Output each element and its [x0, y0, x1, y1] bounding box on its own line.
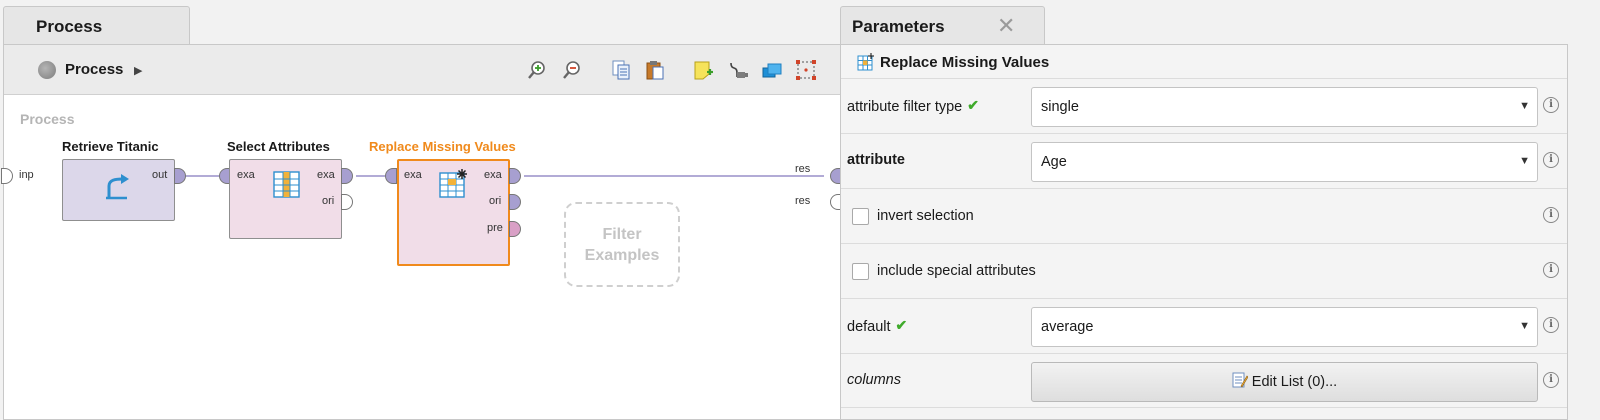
param-label: include special attributes: [877, 263, 1036, 279]
output-port-out[interactable]: [174, 168, 186, 184]
breadcrumb[interactable]: Process: [65, 61, 123, 78]
expert-chevron-icon[interactable]: ✔: [896, 317, 908, 334]
breadcrumb-arrow-icon[interactable]: ▶: [134, 64, 142, 77]
paste-icon[interactable]: [644, 59, 666, 81]
param-row-default: default ✔ average ▼ i: [841, 298, 1567, 353]
port-label-ori: ori: [322, 195, 335, 207]
zoom-in-icon[interactable]: [526, 59, 548, 81]
param-row-attribute: attribute Age ▼ i: [841, 133, 1567, 188]
param-row-columns: columns Edit List (0)... i: [841, 353, 1567, 408]
param-label: invert selection: [877, 208, 974, 224]
edit-list-button[interactable]: Edit List (0)...: [1031, 362, 1538, 402]
replace-missing-icon: [857, 53, 874, 71]
param-label: columns: [847, 372, 901, 388]
close-icon[interactable]: ✕: [997, 13, 1015, 39]
replace-missing-icon: [439, 169, 467, 198]
input-port-exa[interactable]: [385, 168, 397, 184]
output-port-ori[interactable]: [341, 194, 353, 210]
edit-list-icon: [1232, 372, 1248, 388]
output-port-exa[interactable]: [509, 168, 521, 184]
info-icon[interactable]: i: [1543, 97, 1559, 113]
output-port-ori[interactable]: [509, 194, 521, 210]
param-row-include-special-attributes: include special attributes i: [841, 243, 1567, 298]
port-label-exa-in: exa: [237, 169, 255, 181]
info-icon[interactable]: i: [1543, 317, 1559, 333]
parameters-header: Replace Missing Values: [841, 45, 1567, 78]
dropdown-arrow-icon: ▼: [1519, 100, 1530, 112]
result-port-label: res: [795, 163, 811, 175]
info-icon[interactable]: i: [1543, 152, 1559, 168]
dropdown-arrow-icon: ▼: [1519, 320, 1530, 332]
dropdown-arrow-icon: ▼: [1519, 155, 1530, 167]
add-note-icon[interactable]: [692, 59, 714, 81]
zoom-out-icon[interactable]: [561, 59, 583, 81]
auto-wire-icon[interactable]: [727, 59, 749, 81]
operator-title-replace-missing-values: Replace Missing Values: [369, 139, 516, 154]
operator-title-select-attributes: Select Attributes: [227, 139, 330, 154]
process-input-port-label: inp: [19, 169, 34, 181]
process-tab[interactable]: Process: [3, 6, 190, 45]
param-label: attribute: [847, 152, 905, 168]
operator-name: Replace Missing Values: [880, 54, 1050, 71]
default-select[interactable]: average ▼: [1031, 307, 1538, 347]
process-tab-label: Process: [36, 17, 103, 36]
invert-selection-checkbox[interactable]: [852, 208, 869, 225]
parameters-tab[interactable]: Parameters ✕: [840, 6, 1045, 45]
fit-view-icon[interactable]: [795, 59, 817, 81]
process-toolbar: Process ▶: [4, 45, 841, 95]
attribute-filter-type-select[interactable]: single ▼: [1031, 87, 1538, 127]
port-label-ori: ori: [489, 195, 502, 207]
process-root-icon: [38, 61, 56, 79]
info-icon[interactable]: i: [1543, 372, 1559, 388]
port-label-exa-out: exa: [317, 169, 335, 181]
include-special-attributes-checkbox[interactable]: [852, 263, 869, 280]
parameters-panel: Replace Missing Values attribute filter …: [840, 44, 1568, 420]
table-columns-icon: [273, 171, 300, 198]
retrieve-icon: [106, 174, 129, 200]
process-panel: Process ▶ Process inp Retrieve Titanic o…: [1, 44, 842, 420]
expert-chevron-icon[interactable]: ✔: [967, 97, 979, 114]
param-row-attribute-filter-type: attribute filter type ✔ single ▼ i: [841, 78, 1567, 133]
info-icon[interactable]: i: [1543, 262, 1559, 278]
attribute-select[interactable]: Age ▼: [1031, 142, 1538, 182]
param-label: attribute filter type ✔: [847, 97, 979, 115]
port-label-out: out: [152, 169, 168, 181]
copy-icon[interactable]: [610, 59, 632, 81]
canvas-title: Process: [20, 111, 75, 127]
port-label-pre: pre: [487, 222, 503, 234]
output-port-pre[interactable]: [509, 221, 521, 237]
output-port-exa[interactable]: [341, 168, 353, 184]
param-row-invert-selection: invert selection i: [841, 188, 1567, 243]
result-port-label: res: [795, 195, 811, 207]
process-input-port[interactable]: [1, 168, 13, 184]
operator-title-retrieve-titanic: Retrieve Titanic: [62, 139, 159, 154]
param-label: default ✔: [847, 317, 908, 335]
recommended-operator-label: Filter Examples: [584, 226, 660, 264]
port-label-exa-in: exa: [404, 169, 422, 181]
info-icon[interactable]: i: [1543, 207, 1559, 223]
port-label-exa-out: exa: [484, 169, 502, 181]
layers-icon[interactable]: [761, 59, 783, 81]
parameters-tab-label: Parameters: [852, 17, 945, 36]
